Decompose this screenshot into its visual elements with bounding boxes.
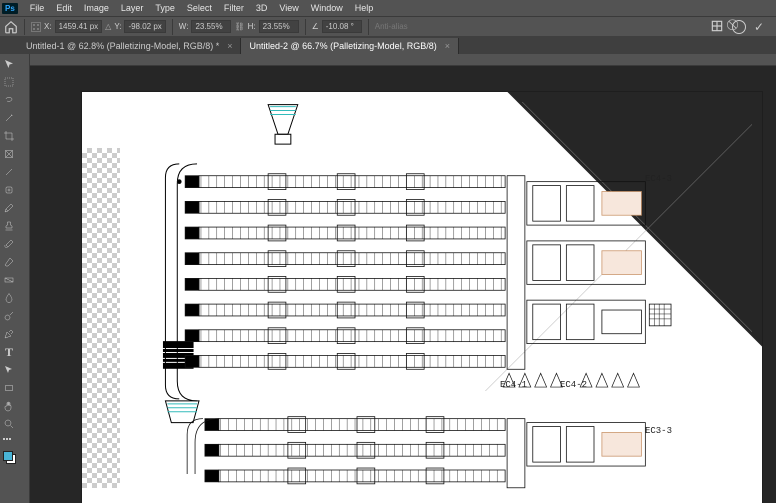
tab-untitled-1[interactable]: Untitled-1 @ 62.8% (Palletizing-Model, R… <box>18 38 241 54</box>
x-value[interactable]: 1459.41 px <box>55 20 103 33</box>
cad-drawing <box>120 102 752 503</box>
transparency-edge <box>82 148 120 488</box>
marquee-tool[interactable] <box>1 74 17 90</box>
menu-file[interactable]: File <box>24 3 51 13</box>
pen-tool[interactable] <box>1 326 17 342</box>
menu-window[interactable]: Window <box>305 3 349 13</box>
zoom-tool[interactable] <box>1 416 17 432</box>
options-bar: X: 1459.41 px △ Y: -98.02 px W: 23.55% ⛓… <box>0 16 776 36</box>
h-value[interactable]: 23.55% <box>259 20 299 33</box>
divider <box>368 19 369 35</box>
angle-value[interactable]: -10.08 ° <box>322 20 362 33</box>
warp-mode-icon[interactable] <box>710 19 724 35</box>
color-swatches[interactable] <box>1 449 17 465</box>
divider <box>172 19 173 35</box>
tool-panel: T <box>0 54 18 503</box>
stamp-tool[interactable] <box>1 218 17 234</box>
wand-tool[interactable] <box>1 110 17 126</box>
edit-toolbar-icon[interactable] <box>3 438 15 444</box>
menu-image[interactable]: Image <box>78 3 115 13</box>
h-label: H: <box>248 22 256 31</box>
app-badge: Ps <box>2 3 18 14</box>
cancel-transform-icon[interactable]: ⃠ <box>732 20 746 34</box>
move-tool[interactable] <box>1 56 17 72</box>
ruler-horizontal[interactable] <box>18 54 776 66</box>
eyedropper-tool[interactable] <box>1 164 17 180</box>
divider <box>305 19 306 35</box>
document-tabs: Untitled-1 @ 62.8% (Palletizing-Model, R… <box>0 36 776 54</box>
history-brush-tool[interactable] <box>1 236 17 252</box>
blur-tool[interactable] <box>1 290 17 306</box>
tab-title: Untitled-1 @ 62.8% (Palletizing-Model, R… <box>26 41 219 51</box>
menu-view[interactable]: View <box>273 3 304 13</box>
hand-tool[interactable] <box>1 398 17 414</box>
tab-title: Untitled-2 @ 66.7% (Palletizing-Model, R… <box>249 41 436 51</box>
divider <box>24 19 25 35</box>
link-wh-icon[interactable]: ⛓ <box>234 22 244 31</box>
close-icon[interactable]: × <box>445 41 450 51</box>
path-tool[interactable] <box>1 362 17 378</box>
menu-filter[interactable]: Filter <box>218 3 250 13</box>
commit-transform-icon[interactable]: ✓ <box>754 20 764 34</box>
w-label: W: <box>179 22 189 31</box>
dodge-tool[interactable] <box>1 308 17 324</box>
menu-edit[interactable]: Edit <box>50 3 78 13</box>
angle-label: ∠ <box>312 22 319 31</box>
w-value[interactable]: 23.55% <box>191 20 231 33</box>
rectangle-tool[interactable] <box>1 380 17 396</box>
menu-help[interactable]: Help <box>349 3 380 13</box>
y-value[interactable]: -98.02 px <box>124 20 165 33</box>
tab-untitled-2[interactable]: Untitled-2 @ 66.7% (Palletizing-Model, R… <box>241 38 458 54</box>
y-label: Y: <box>114 22 121 31</box>
menu-type[interactable]: Type <box>149 3 181 13</box>
menubar: Ps File Edit Image Layer Type Select Fil… <box>0 0 776 16</box>
eraser-tool[interactable] <box>1 254 17 270</box>
brush-tool[interactable] <box>1 200 17 216</box>
menu-select[interactable]: Select <box>181 3 218 13</box>
crop-tool[interactable] <box>1 128 17 144</box>
triangle-icon: △ <box>105 22 111 31</box>
reference-point-icon[interactable] <box>31 22 41 32</box>
heal-tool[interactable] <box>1 182 17 198</box>
frame-tool[interactable] <box>1 146 17 162</box>
gradient-tool[interactable] <box>1 272 17 288</box>
ruler-vertical[interactable] <box>18 54 30 503</box>
canvas-stage[interactable]: EC4-3 EC4-1 EC4-2 EC3-3 <box>18 54 776 503</box>
lasso-tool[interactable] <box>1 92 17 108</box>
close-icon[interactable]: × <box>227 41 232 51</box>
menu-layer[interactable]: Layer <box>115 3 150 13</box>
menu-3d[interactable]: 3D <box>250 3 274 13</box>
artboard[interactable]: EC4-3 EC4-1 EC4-2 EC3-3 <box>82 92 762 503</box>
interpolation-label: Anti-alias <box>375 22 408 31</box>
type-tool[interactable]: T <box>1 344 17 360</box>
x-label: X: <box>44 22 52 31</box>
home-icon[interactable] <box>4 20 18 34</box>
